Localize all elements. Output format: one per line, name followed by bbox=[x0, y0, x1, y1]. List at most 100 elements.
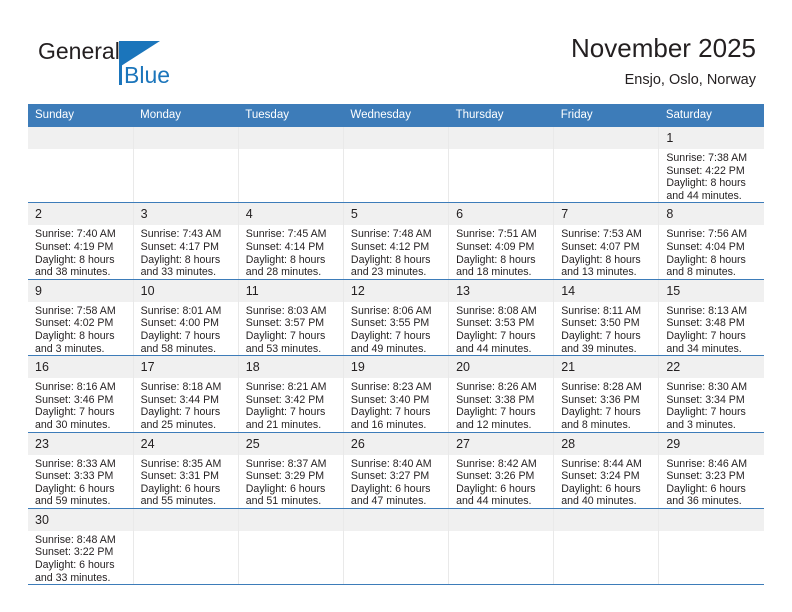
calendar-day-cell[interactable]: 26 Sunrise: 8:40 AM Sunset: 3:27 PM Dayligh… bbox=[343, 432, 450, 509]
day-number bbox=[449, 127, 554, 149]
calendar-day-cell[interactable]: 29 Sunrise: 8:46 AM Sunset: 3:23 PM Dayligh… bbox=[658, 432, 764, 509]
calendar-day-cell-empty bbox=[238, 127, 344, 204]
calendar-day-cell-empty bbox=[448, 127, 555, 204]
day-info-sunset: Sunset: 3:36 PM bbox=[561, 393, 640, 406]
day-info-daylight1: Daylight: 7 hours bbox=[561, 329, 641, 342]
calendar-day-cell[interactable]: 17 Sunrise: 8:18 AM Sunset: 3:44 PM Dayligh… bbox=[133, 355, 239, 433]
day-number bbox=[133, 508, 238, 531]
calendar-day-cell[interactable]: 13 Sunrise: 8:08 AM Sunset: 3:53 PM Dayligh… bbox=[448, 279, 555, 357]
day-number: 4 bbox=[238, 203, 343, 226]
day-info-sunset: Sunset: 4:19 PM bbox=[35, 240, 114, 253]
day-sun-info: Sunrise: 8:46 AM Sunset: 3:23 PM Daylight:… bbox=[659, 455, 764, 508]
calendar-day-cell[interactable]: 7 Sunrise: 7:53 AM Sunset: 4:07 PM Daylight… bbox=[553, 202, 660, 280]
calendar-day-cell[interactable]: 22 Sunrise: 8:30 AM Sunset: 3:34 PM Dayligh… bbox=[658, 355, 764, 433]
calendar-day-cell[interactable]: 25 Sunrise: 8:37 AM Sunset: 3:29 PM Dayligh… bbox=[238, 432, 344, 509]
day-info-daylight2: and 47 minutes. bbox=[350, 495, 427, 508]
calendar-day-cell-empty bbox=[133, 508, 239, 586]
calendar-day-cell[interactable]: 20 Sunrise: 8:26 AM Sunset: 3:38 PM Dayligh… bbox=[448, 355, 555, 433]
day-info-daylight2: and 33 minutes. bbox=[140, 266, 217, 279]
day-info-sunrise: Sunrise: 8:48 AM bbox=[35, 533, 116, 546]
day-sun-info: Sunrise: 8:42 AM Sunset: 3:26 PM Daylight:… bbox=[449, 455, 553, 508]
day-info-daylight1: Daylight: 6 hours bbox=[666, 482, 746, 495]
day-number: 27 bbox=[449, 432, 554, 455]
day-number bbox=[343, 127, 449, 149]
day-sun-info: Sunrise: 8:44 AM Sunset: 3:24 PM Daylight:… bbox=[554, 455, 658, 508]
calendar-body: 1 Sunrise: 7:38 AM Sunset: 4:22 PM Daylight… bbox=[28, 127, 764, 586]
calendar-day-cell[interactable]: 2 Sunrise: 7:40 AM Sunset: 4:19 PM Daylight… bbox=[28, 202, 134, 280]
calendar-day-cell[interactable]: 6 Sunrise: 7:51 AM Sunset: 4:09 PM Daylight… bbox=[448, 202, 555, 280]
day-info-sunrise: Sunrise: 8:16 AM bbox=[35, 381, 116, 394]
calendar-week-row: 23 Sunrise: 8:33 AM Sunset: 3:33 PM Dayligh… bbox=[28, 432, 764, 509]
calendar-day-cell[interactable]: 3 Sunrise: 7:43 AM Sunset: 4:17 PM Daylight… bbox=[133, 202, 239, 280]
calendar-day-cell[interactable]: 10 Sunrise: 8:01 AM Sunset: 4:00 PM Dayligh… bbox=[133, 279, 239, 357]
calendar-day-cell[interactable]: 1 Sunrise: 7:38 AM Sunset: 4:22 PM Daylight… bbox=[658, 127, 764, 204]
calendar-day-cell-empty bbox=[133, 127, 239, 204]
day-sun-info: Sunrise: 8:33 AM Sunset: 3:33 PM Daylight:… bbox=[28, 455, 133, 508]
day-number: 6 bbox=[449, 203, 554, 226]
day-info-sunset: Sunset: 3:26 PM bbox=[456, 470, 535, 483]
weekday-header-wednesday: Wednesday bbox=[343, 104, 449, 127]
calendar-day-cell[interactable]: 4 Sunrise: 7:45 AM Sunset: 4:14 PM Daylight… bbox=[238, 202, 344, 280]
day-info-daylight2: and 39 minutes. bbox=[561, 342, 637, 355]
calendar-week-row: 1 Sunrise: 7:38 AM Sunset: 4:22 PM Daylight… bbox=[28, 127, 764, 204]
day-info-daylight1: Daylight: 8 hours bbox=[140, 253, 221, 266]
calendar-day-cell[interactable]: 12 Sunrise: 8:06 AM Sunset: 3:55 PM Dayligh… bbox=[343, 279, 450, 357]
calendar-day-cell[interactable]: 8 Sunrise: 7:56 AM Sunset: 4:04 PM Daylight… bbox=[658, 202, 764, 280]
day-number bbox=[28, 127, 133, 149]
page-title: November 2025 bbox=[571, 33, 756, 63]
day-info-sunset: Sunset: 3:29 PM bbox=[245, 470, 325, 483]
day-number: 19 bbox=[343, 356, 449, 379]
calendar-day-cell[interactable]: 11 Sunrise: 8:03 AM Sunset: 3:57 PM Dayligh… bbox=[238, 279, 344, 357]
day-number bbox=[659, 508, 764, 531]
calendar-day-cell-empty bbox=[658, 508, 764, 586]
day-number bbox=[554, 127, 659, 149]
logo-text-blue: Blue bbox=[124, 62, 171, 88]
calendar-day-cell[interactable]: 19 Sunrise: 8:23 AM Sunset: 3:40 PM Dayligh… bbox=[343, 355, 450, 433]
day-sun-info: Sunrise: 8:08 AM Sunset: 3:53 PM Daylight:… bbox=[449, 302, 553, 355]
day-info-sunrise: Sunrise: 8:37 AM bbox=[245, 457, 327, 470]
day-sun-info: Sunrise: 7:51 AM Sunset: 4:09 PM Daylight:… bbox=[449, 225, 553, 278]
calendar-day-cell[interactable]: 27 Sunrise: 8:42 AM Sunset: 3:26 PM Dayligh… bbox=[448, 432, 555, 509]
calendar-day-cell[interactable]: 28 Sunrise: 8:44 AM Sunset: 3:24 PM Dayligh… bbox=[553, 432, 660, 509]
day-info-sunset: Sunset: 3:34 PM bbox=[666, 393, 745, 406]
weekday-header-saturday: Saturday bbox=[658, 104, 764, 127]
day-sun-info: Sunrise: 7:38 AM Sunset: 4:22 PM Daylight:… bbox=[659, 149, 764, 202]
day-sun-info: Sunrise: 8:18 AM Sunset: 3:44 PM Daylight:… bbox=[134, 378, 238, 431]
calendar-day-cell[interactable]: 24 Sunrise: 8:35 AM Sunset: 3:31 PM Dayligh… bbox=[133, 432, 239, 509]
calendar-page: General Blue November 2025 Ensjo, Oslo, … bbox=[0, 0, 792, 612]
calendar-day-cell[interactable]: 23 Sunrise: 8:33 AM Sunset: 3:33 PM Dayligh… bbox=[28, 432, 134, 509]
day-sun-info: Sunrise: 8:01 AM Sunset: 4:00 PM Daylight:… bbox=[134, 302, 238, 355]
day-info-daylight2: and 18 minutes. bbox=[456, 266, 532, 279]
calendar-week-row: 30 Sunrise: 8:48 AM Sunset: 3:22 PM Dayligh… bbox=[28, 508, 764, 586]
day-sun-info: Sunrise: 8:03 AM Sunset: 3:57 PM Daylight:… bbox=[239, 302, 343, 355]
day-info-daylight1: Daylight: 7 hours bbox=[456, 406, 536, 419]
day-sun-info: Sunrise: 8:23 AM Sunset: 3:40 PM Daylight:… bbox=[344, 378, 448, 431]
calendar-day-cell[interactable]: 30 Sunrise: 8:48 AM Sunset: 3:22 PM Dayligh… bbox=[28, 508, 134, 586]
day-info-daylight2: and 53 minutes. bbox=[245, 342, 322, 355]
general-blue-logo: General Blue bbox=[38, 38, 238, 94]
calendar-day-cell[interactable]: 15 Sunrise: 8:13 AM Sunset: 3:48 PM Dayligh… bbox=[658, 279, 764, 357]
day-number: 11 bbox=[238, 279, 343, 302]
calendar-day-cell[interactable]: 5 Sunrise: 7:48 AM Sunset: 4:12 PM Daylight… bbox=[343, 202, 450, 280]
calendar-day-cell[interactable]: 9 Sunrise: 7:58 AM Sunset: 4:02 PM Daylight… bbox=[28, 279, 134, 357]
calendar-day-cell[interactable]: 16 Sunrise: 8:16 AM Sunset: 3:46 PM Dayligh… bbox=[28, 355, 134, 433]
day-info-sunrise: Sunrise: 7:56 AM bbox=[666, 228, 748, 241]
day-info-daylight2: and 36 minutes. bbox=[666, 495, 742, 508]
day-info-daylight2: and 3 minutes. bbox=[35, 342, 105, 355]
day-info-daylight2: and 40 minutes. bbox=[561, 495, 637, 508]
day-number: 14 bbox=[554, 279, 659, 302]
day-info-daylight2: and 21 minutes. bbox=[245, 418, 322, 431]
calendar-day-cell[interactable]: 14 Sunrise: 8:11 AM Sunset: 3:50 PM Dayligh… bbox=[553, 279, 660, 357]
day-sun-info: Sunrise: 7:56 AM Sunset: 4:04 PM Daylight:… bbox=[659, 225, 764, 278]
day-info-daylight1: Daylight: 8 hours bbox=[350, 253, 431, 266]
day-info-sunrise: Sunrise: 8:42 AM bbox=[456, 457, 537, 470]
day-info-sunset: Sunset: 3:42 PM bbox=[245, 393, 325, 406]
day-sun-info: Sunrise: 7:48 AM Sunset: 4:12 PM Daylight:… bbox=[344, 225, 448, 278]
calendar-day-cell[interactable]: 18 Sunrise: 8:21 AM Sunset: 3:42 PM Dayligh… bbox=[238, 355, 344, 433]
day-info-daylight2: and 28 minutes. bbox=[245, 266, 322, 279]
calendar-day-cell[interactable]: 21 Sunrise: 8:28 AM Sunset: 3:36 PM Dayligh… bbox=[553, 355, 660, 433]
day-info-daylight1: Daylight: 8 hours bbox=[456, 253, 536, 266]
day-info-sunset: Sunset: 3:27 PM bbox=[350, 470, 430, 483]
day-info-sunrise: Sunrise: 7:53 AM bbox=[561, 228, 642, 241]
day-number: 1 bbox=[659, 127, 764, 149]
